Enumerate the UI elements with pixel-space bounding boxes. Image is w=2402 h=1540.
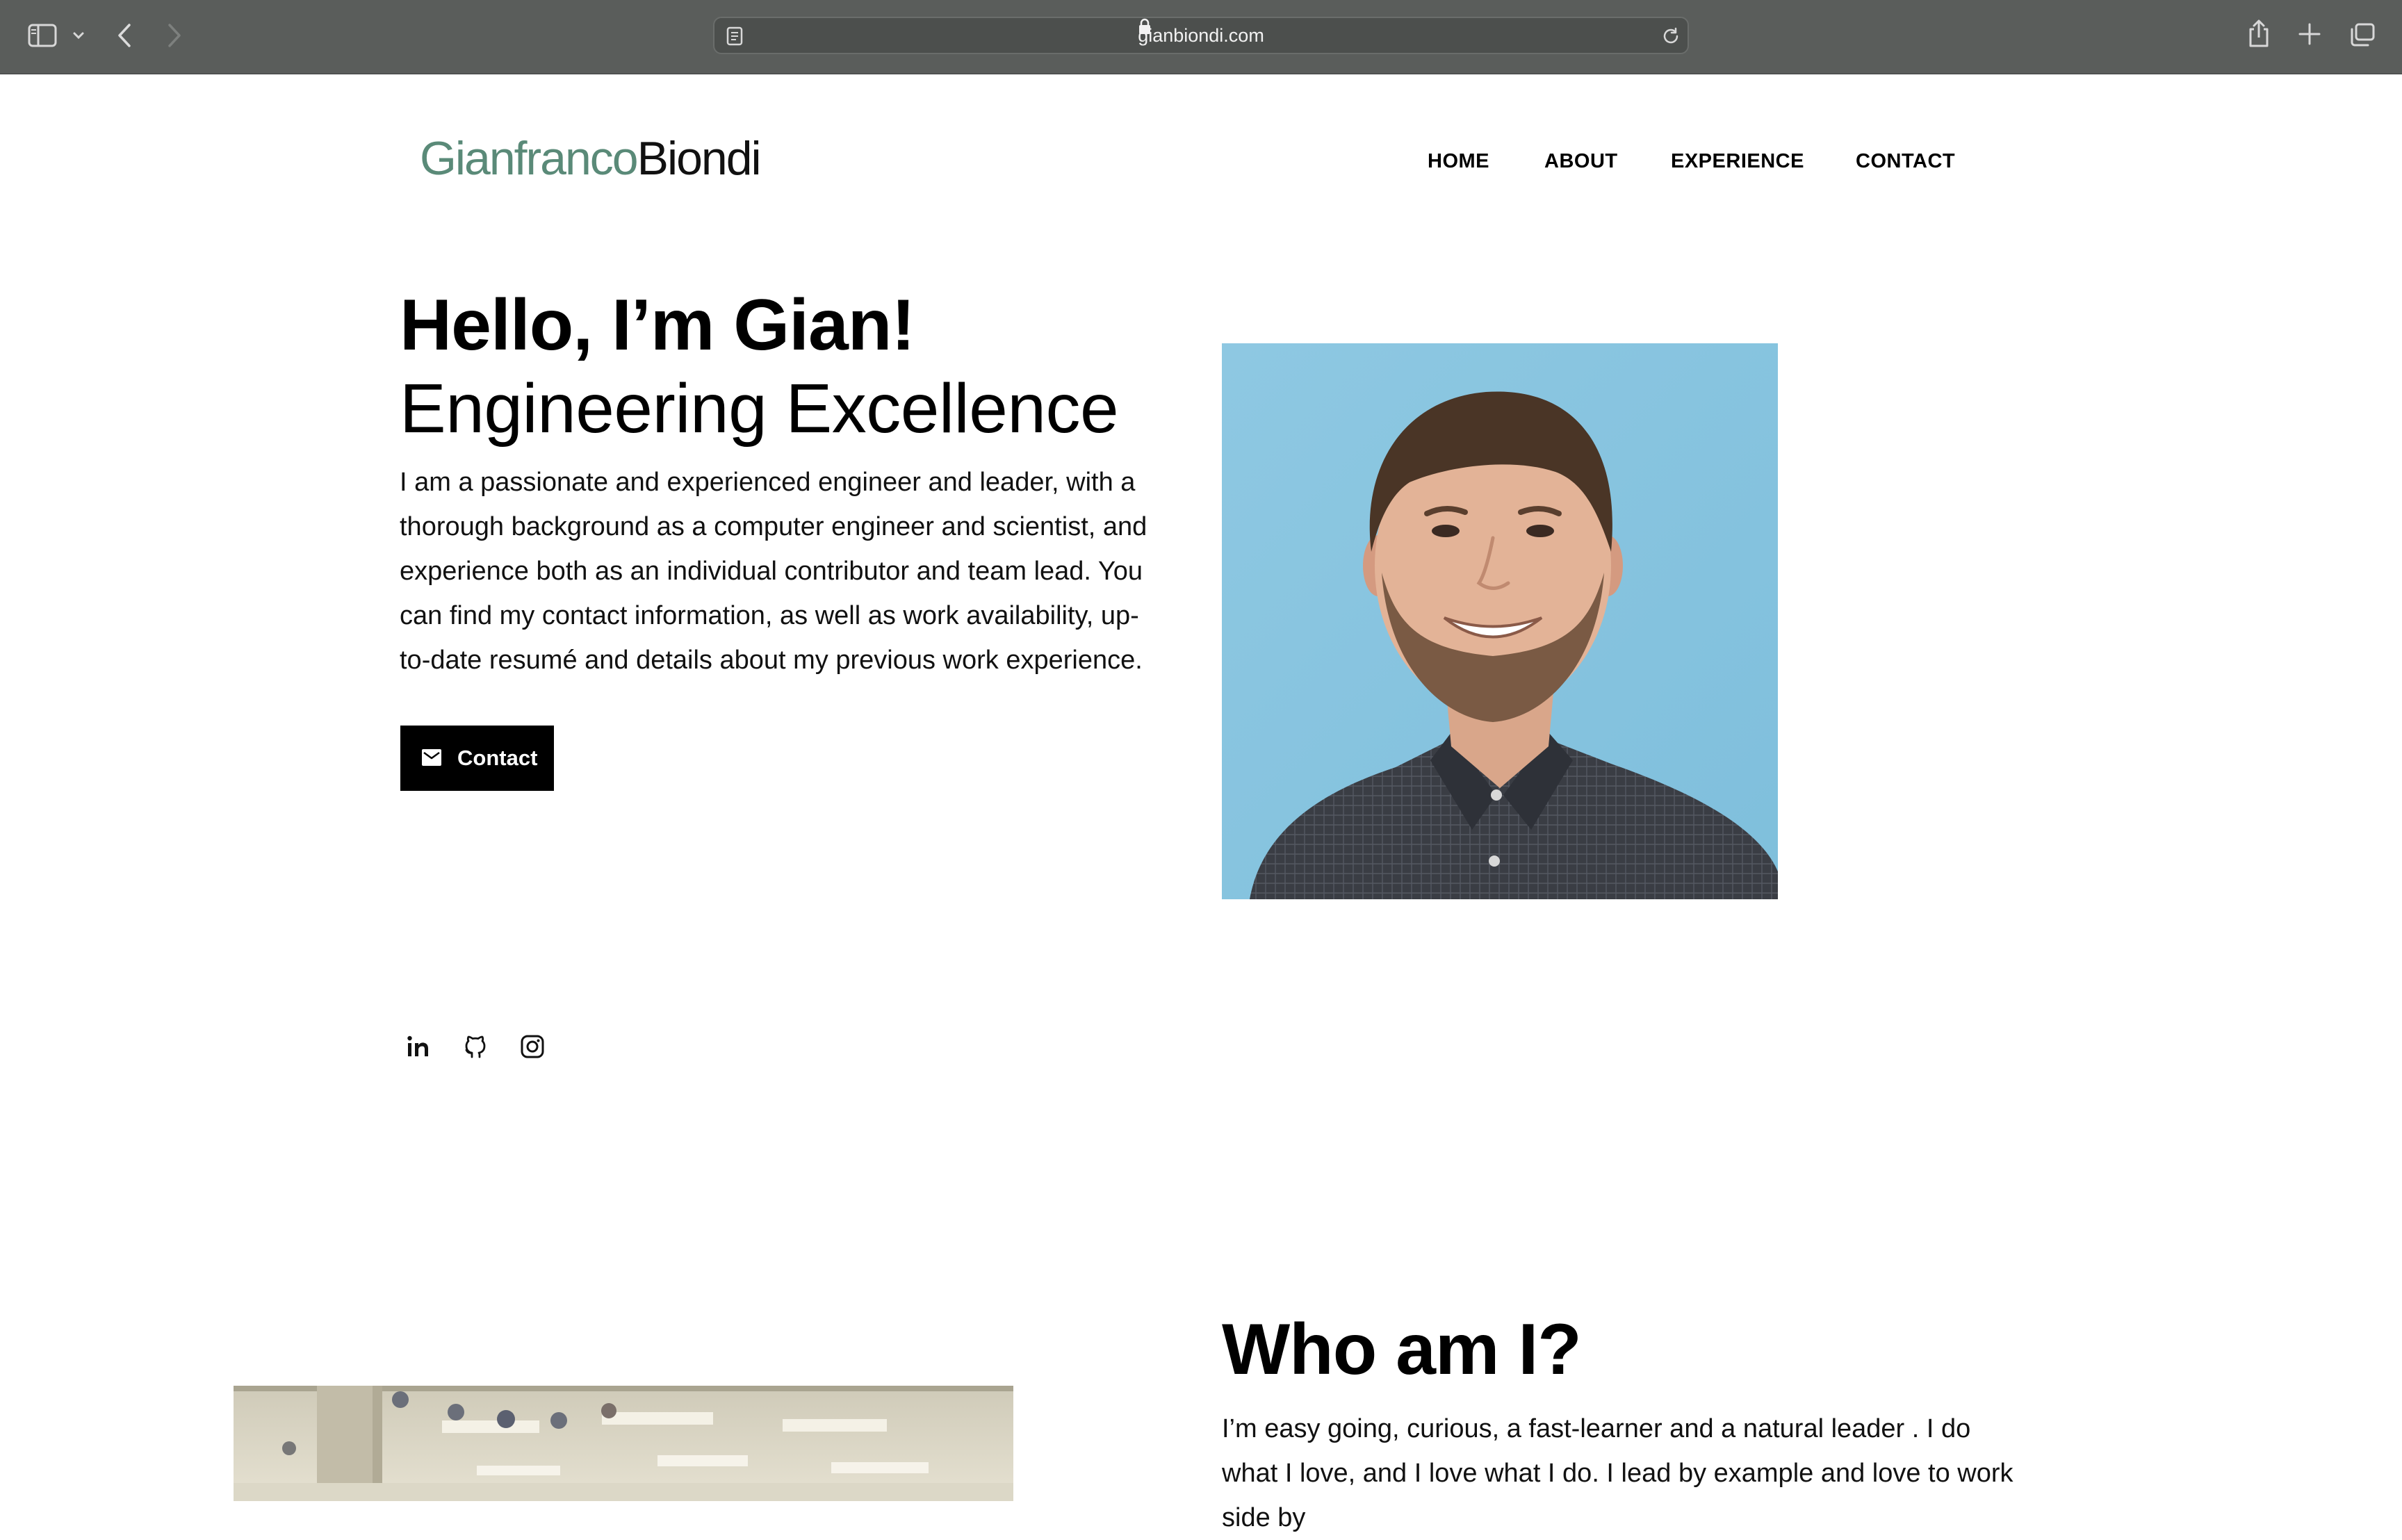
linkedin-icon[interactable] bbox=[406, 1034, 431, 1059]
mail-icon bbox=[422, 749, 441, 766]
url-display: gianbiondi.com bbox=[714, 18, 1688, 53]
instagram-icon[interactable] bbox=[520, 1034, 545, 1059]
logo-first-name: Gianfranco bbox=[420, 132, 639, 185]
nav-item-home[interactable]: HOME bbox=[1428, 147, 1489, 175]
hero-description: I am a passionate and experienced engine… bbox=[400, 468, 1147, 675]
about-title: Who am I? bbox=[1222, 1309, 1582, 1390]
hero-subtitle: Engineering Excellence bbox=[400, 370, 1119, 448]
tab-overview-icon[interactable] bbox=[2349, 22, 2376, 47]
back-icon[interactable] bbox=[117, 22, 132, 49]
reload-icon[interactable] bbox=[1661, 26, 1681, 46]
hero-title: Hello, I’m Gian! bbox=[400, 285, 915, 366]
nav-item-contact[interactable]: CONTACT bbox=[1856, 147, 1955, 175]
share-icon[interactable] bbox=[2246, 18, 2271, 49]
github-icon[interactable] bbox=[463, 1034, 488, 1059]
office-photo bbox=[234, 1386, 1013, 1501]
chevron-down-icon[interactable] bbox=[72, 31, 85, 40]
sidebar-toggle-icon[interactable] bbox=[28, 24, 57, 47]
about-description: I’m easy going, curious, a fast-learner … bbox=[1222, 1414, 2013, 1532]
nav-item-about[interactable]: ABOUT bbox=[1544, 147, 1618, 175]
contact-button[interactable]: Contact bbox=[400, 726, 554, 791]
nav-item-experience[interactable]: EXPERIENCE bbox=[1671, 147, 1804, 175]
new-tab-icon[interactable] bbox=[2298, 22, 2321, 46]
forward-icon[interactable] bbox=[167, 22, 182, 49]
browser-toolbar: gianbiondi.com bbox=[0, 0, 2402, 74]
site-logo[interactable]: GianfrancoBiondi bbox=[420, 131, 762, 186]
address-bar[interactable]: gianbiondi.com bbox=[713, 17, 1689, 54]
url-text: gianbiondi.com bbox=[1138, 25, 1264, 46]
logo-last-name: Biondi bbox=[637, 132, 762, 185]
profile-photo bbox=[1222, 343, 1778, 899]
contact-button-label: Contact bbox=[457, 746, 538, 770]
lock-icon bbox=[1139, 18, 1151, 34]
